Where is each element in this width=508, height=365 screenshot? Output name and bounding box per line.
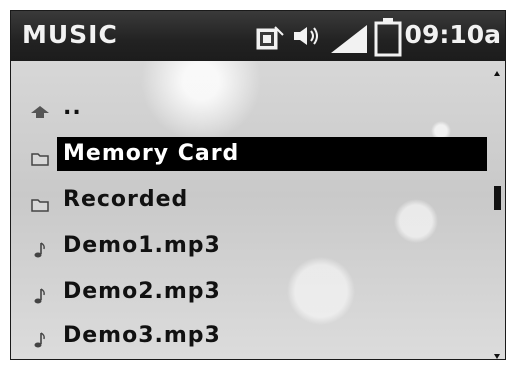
list-item-label: Demo1.mp3	[63, 233, 221, 258]
file-list: .. Memory Card Recorded Demo1.mp3 Demo2.…	[11, 61, 505, 359]
folder-icon	[31, 153, 49, 166]
list-item-label: ..	[63, 95, 82, 120]
list-item-label: Memory Card	[63, 141, 240, 166]
music-note-icon	[34, 332, 45, 348]
list-item-label: Demo2.mp3	[63, 279, 221, 304]
scroll-thumb[interactable]	[494, 186, 501, 210]
list-item-label: Recorded	[63, 187, 189, 212]
parent-folder-icon	[31, 106, 49, 118]
music-note-icon	[34, 288, 45, 304]
device-screen: MUSIC 09:10a .. Memory Card Recorded Dem…	[10, 10, 506, 360]
status-bar: MUSIC 09:10a	[11, 11, 505, 61]
list-item-demo3[interactable]: Demo3.mp3	[23, 319, 487, 359]
scroll-down-icon[interactable]	[494, 354, 500, 359]
app-title: MUSIC	[22, 20, 118, 49]
music-note-icon	[34, 242, 45, 258]
list-item-label: Demo3.mp3	[63, 323, 221, 348]
list-item-recorded[interactable]: Recorded	[23, 183, 487, 223]
signal-icon	[331, 25, 367, 53]
folder-icon	[31, 199, 49, 212]
scroll-up-icon[interactable]	[494, 71, 500, 76]
list-item-demo1[interactable]: Demo1.mp3	[23, 229, 487, 269]
list-item-parent[interactable]: ..	[23, 91, 487, 131]
clock: 09:10a	[404, 20, 501, 49]
scrollbar[interactable]	[494, 71, 501, 359]
list-item-memory-card[interactable]: Memory Card	[23, 137, 487, 177]
battery-icon	[374, 18, 402, 57]
list-item-demo2[interactable]: Demo2.mp3	[23, 275, 487, 315]
volume-icon	[294, 27, 318, 45]
card-icon	[256, 26, 284, 50]
